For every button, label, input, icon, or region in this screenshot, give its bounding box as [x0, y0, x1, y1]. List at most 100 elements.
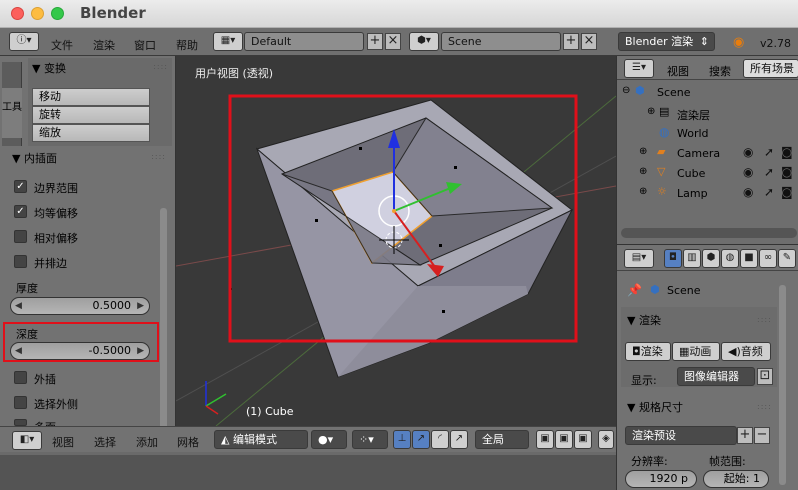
- decrement-arrow-icon[interactable]: ◀: [15, 298, 22, 314]
- shading-dropdown[interactable]: ●▾: [311, 430, 347, 449]
- visibility-eye-icon[interactable]: ◉: [743, 145, 753, 159]
- edge-select-mode[interactable]: ▣: [555, 430, 573, 449]
- face-select-mode[interactable]: ▣: [574, 430, 592, 449]
- transform-orientation-dropdown[interactable]: 全局: [475, 430, 529, 449]
- editor-type-3d-button[interactable]: ◧▾: [12, 431, 42, 450]
- add-scene-button[interactable]: +: [563, 33, 579, 50]
- transform-panel-header[interactable]: ▼ 变换: [32, 60, 66, 76]
- render-engine-dropdown[interactable]: Blender 渲染 ⇕: [618, 32, 715, 51]
- manipulator-toggle[interactable]: ⊥: [393, 430, 411, 449]
- decrement-arrow-icon[interactable]: ◀: [15, 343, 22, 359]
- selectable-cursor-icon[interactable]: ➚: [764, 145, 774, 159]
- outset-checkbox[interactable]: [14, 371, 27, 384]
- outliner-camera[interactable]: Camera: [677, 147, 720, 160]
- scene-tab[interactable]: ⬢: [702, 249, 720, 268]
- collapse-icon[interactable]: ⊖: [622, 85, 630, 96]
- display-dropdown[interactable]: 图像编辑器: [677, 367, 755, 386]
- pin-icon[interactable]: 📌: [627, 283, 642, 297]
- outliner-menu-search[interactable]: 搜索: [709, 63, 731, 79]
- add-preset-button[interactable]: +: [737, 427, 753, 444]
- menu-file[interactable]: 文件: [51, 37, 73, 53]
- render-presets-dropdown[interactable]: 渲染预设: [625, 426, 737, 445]
- delete-screen-button[interactable]: ×: [385, 33, 401, 50]
- render-camera-icon[interactable]: ◙: [781, 145, 793, 159]
- tools-tab[interactable]: 工具: [2, 88, 22, 138]
- menu-render[interactable]: 渲染: [93, 37, 115, 53]
- visibility-eye-icon[interactable]: ◉: [743, 185, 753, 199]
- outliner-scrollbar[interactable]: [621, 228, 797, 238]
- increment-arrow-icon[interactable]: ▶: [137, 298, 144, 314]
- depth-field[interactable]: ◀ -0.5000 ▶: [10, 342, 150, 360]
- expand-icon[interactable]: ⊕: [639, 146, 647, 157]
- menu-window[interactable]: 窗口: [134, 37, 156, 53]
- rotate-button[interactable]: 旋转: [32, 106, 150, 124]
- drag-handle-icon[interactable]: ::::: [153, 62, 168, 71]
- select-outer-checkbox[interactable]: [14, 396, 27, 409]
- scene-field[interactable]: Scene: [441, 32, 561, 51]
- world-tab[interactable]: ◍: [721, 249, 739, 268]
- lock-interface-button[interactable]: ⊡: [757, 368, 773, 385]
- render-layers-tab[interactable]: ▥: [683, 249, 701, 268]
- scale-button[interactable]: 缩放: [32, 124, 150, 142]
- render-animation-button[interactable]: ▦动画: [672, 342, 720, 361]
- render-tab[interactable]: ◘: [664, 249, 682, 268]
- render-audio-button[interactable]: ◀)音频: [721, 342, 771, 361]
- increment-arrow-icon[interactable]: ▶: [137, 343, 144, 359]
- menu-help[interactable]: 帮助: [176, 37, 198, 53]
- thickness-field[interactable]: ◀ 0.5000 ▶: [10, 297, 150, 315]
- menu-add[interactable]: 添加: [136, 434, 158, 450]
- editor-type-info-button[interactable]: ⓘ▾: [9, 32, 39, 51]
- 3d-viewport[interactable]: [176, 56, 616, 426]
- occlude-geometry-toggle[interactable]: ◈: [598, 430, 614, 449]
- editor-type-properties-button[interactable]: ▤▾: [624, 249, 654, 268]
- selectable-cursor-icon[interactable]: ➚: [764, 185, 774, 199]
- drag-handle-icon[interactable]: ::::: [757, 402, 772, 411]
- remove-preset-button[interactable]: −: [754, 427, 770, 444]
- add-screen-button[interactable]: +: [367, 33, 383, 50]
- rotate-manipulator[interactable]: ◜: [431, 430, 449, 449]
- outliner-scene[interactable]: Scene: [657, 86, 691, 99]
- object-tab[interactable]: ■: [740, 249, 758, 268]
- even-offset-checkbox[interactable]: ✓: [14, 205, 27, 218]
- scene-selector[interactable]: ⬢▾: [409, 32, 439, 51]
- individual-checkbox[interactable]: [14, 419, 27, 426]
- zoom-window-button[interactable]: [51, 7, 64, 20]
- vertex-select-mode[interactable]: ▣: [536, 430, 554, 449]
- menu-view[interactable]: 视图: [52, 434, 74, 450]
- outliner-render-layers[interactable]: 渲染层: [677, 107, 710, 123]
- render-camera-icon[interactable]: ◙: [781, 185, 793, 199]
- frame-start-field[interactable]: 起始: 1: [703, 470, 769, 488]
- screen-layout-selector[interactable]: ▦▾: [213, 32, 243, 51]
- constraints-tab[interactable]: ∞: [759, 249, 777, 268]
- outliner-lamp[interactable]: Lamp: [677, 187, 708, 200]
- pivot-dropdown[interactable]: ⁘▾: [352, 430, 388, 449]
- outliner-world[interactable]: World: [677, 127, 709, 140]
- scale-manipulator[interactable]: ↗: [450, 430, 468, 449]
- edge-rail-checkbox[interactable]: [14, 255, 27, 268]
- display-mode-dropdown[interactable]: 所有场景: [743, 59, 798, 78]
- expand-icon[interactable]: ⊕: [639, 166, 647, 177]
- menu-mesh[interactable]: 网格: [177, 434, 199, 450]
- visibility-eye-icon[interactable]: ◉: [743, 165, 753, 179]
- timeline-area[interactable]: [0, 452, 616, 490]
- menu-select[interactable]: 选择: [94, 434, 116, 450]
- boundary-checkbox[interactable]: ✓: [14, 180, 27, 193]
- drag-handle-icon[interactable]: ::::: [757, 315, 772, 324]
- expand-icon[interactable]: ⊕: [639, 186, 647, 197]
- expand-icon[interactable]: ⊕: [647, 106, 655, 117]
- mode-dropdown[interactable]: ◭ 编辑模式: [214, 430, 308, 449]
- translate-manipulator[interactable]: ↗: [412, 430, 430, 449]
- render-camera-icon[interactable]: ◙: [781, 165, 793, 179]
- editor-type-outliner-button[interactable]: ☰▾: [624, 59, 654, 78]
- inset-panel-header[interactable]: ▼ 内插面: [12, 150, 57, 166]
- selectable-cursor-icon[interactable]: ➚: [764, 165, 774, 179]
- move-button[interactable]: 移动: [32, 88, 150, 106]
- modifiers-tab[interactable]: ✎: [778, 249, 796, 268]
- outliner-cube[interactable]: Cube: [677, 167, 705, 180]
- render-panel-header[interactable]: ▼ 渲染: [627, 312, 661, 328]
- drag-handle-icon[interactable]: ::::: [151, 152, 166, 161]
- resolution-x-field[interactable]: 1920 p: [625, 470, 697, 488]
- properties-scrollbar[interactable]: [779, 285, 786, 485]
- render-image-button[interactable]: ◘渲染: [625, 342, 671, 361]
- outliner-menu-view[interactable]: 视图: [667, 63, 689, 79]
